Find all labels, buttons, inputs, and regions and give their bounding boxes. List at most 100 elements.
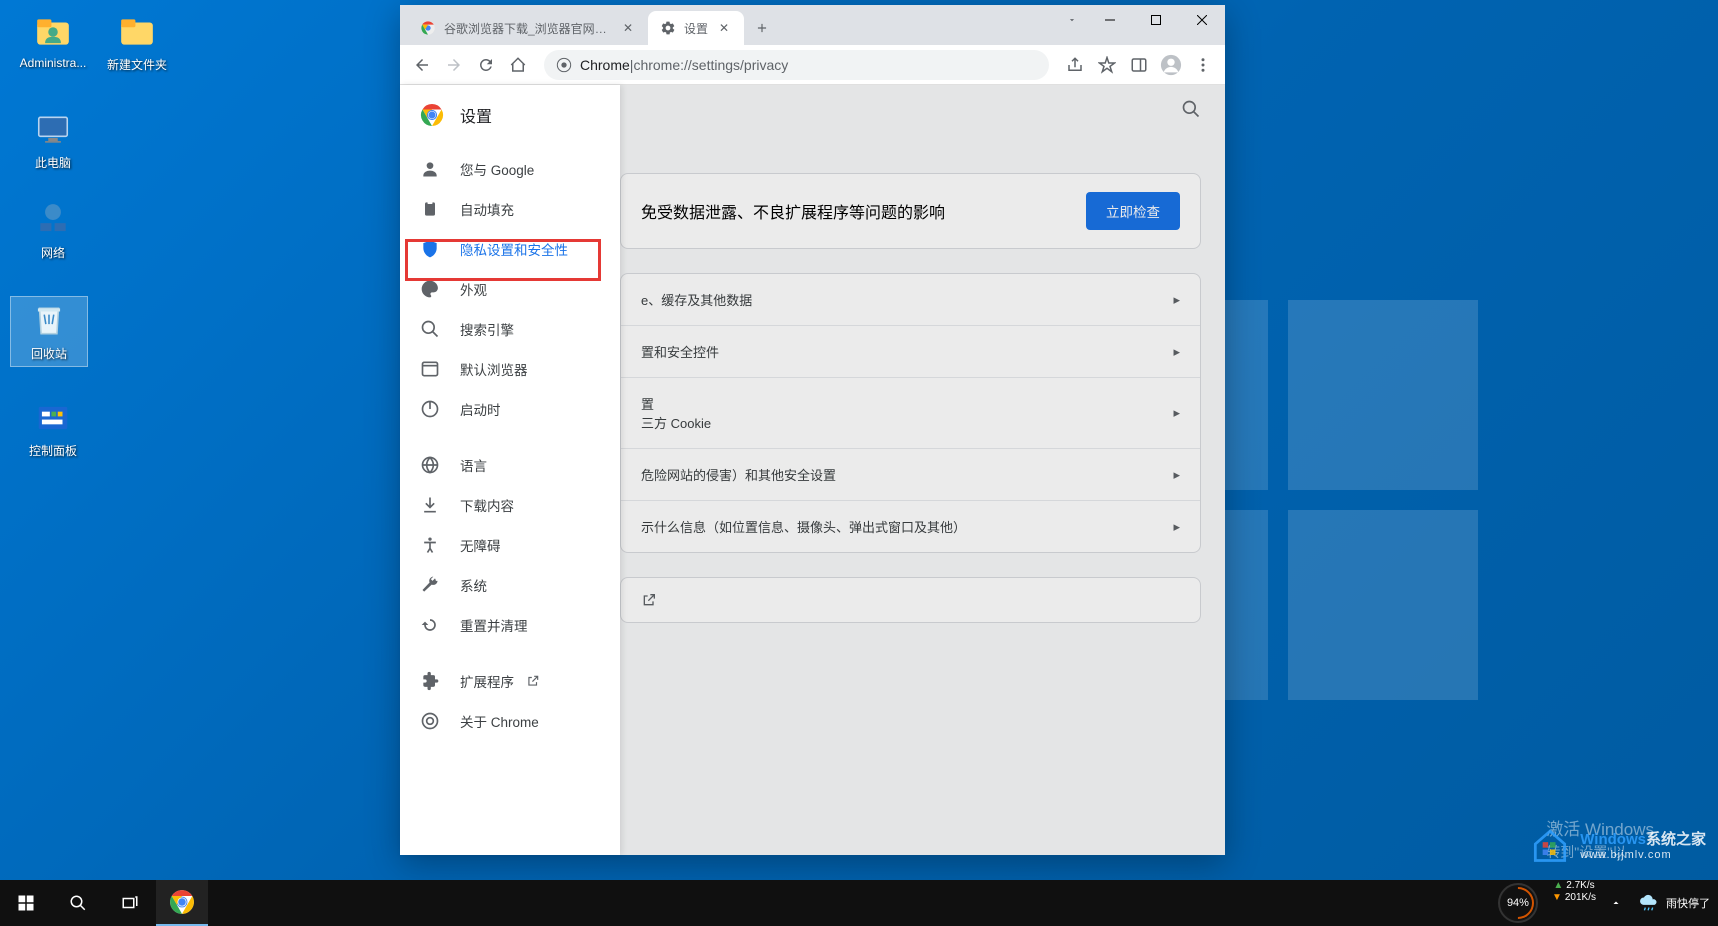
back-button[interactable] bbox=[408, 51, 436, 79]
desktop-icon-this-pc[interactable]: 此电脑 bbox=[14, 110, 92, 171]
external-card[interactable] bbox=[620, 577, 1201, 623]
side-panel-icon[interactable] bbox=[1125, 51, 1153, 79]
toolbar: Chrome | chrome://settings/privacy bbox=[400, 45, 1225, 85]
browser-icon bbox=[420, 359, 440, 379]
taskbar-chrome[interactable] bbox=[156, 880, 208, 926]
down-arrow-icon: ▼ bbox=[1552, 892, 1562, 904]
task-view-button[interactable] bbox=[104, 880, 156, 926]
list-item[interactable]: 置和安全控件▸ bbox=[621, 325, 1200, 377]
new-tab-button[interactable] bbox=[748, 14, 776, 42]
user-folder-icon bbox=[33, 12, 73, 52]
safety-check-banner: 免受数据泄露、不良扩展程序等问题的影响 立即检查 bbox=[620, 173, 1201, 249]
list-item[interactable]: 置三方 Cookie▸ bbox=[621, 377, 1200, 448]
chevron-right-icon: ▸ bbox=[1173, 519, 1180, 535]
share-icon[interactable] bbox=[1061, 51, 1089, 79]
tray-chevron[interactable] bbox=[1602, 880, 1630, 926]
sidebar-item-privacy[interactable]: 隐私设置和安全性 bbox=[400, 229, 620, 269]
recycle-bin-icon bbox=[29, 301, 69, 341]
home-button[interactable] bbox=[504, 51, 532, 79]
url-path: chrome://settings/privacy bbox=[633, 57, 788, 73]
titlebar: 谷歌浏览器下载_浏览器官网入口 ✕ 设置 ✕ bbox=[400, 5, 1225, 45]
extension-icon bbox=[420, 671, 440, 691]
brand-watermark: Windows系统之家 www.bjjmlv.com bbox=[1528, 822, 1706, 866]
system-tray: 94% ▲2.7K/s ▼201K/s 雨快停了 bbox=[1490, 880, 1718, 926]
computer-icon bbox=[33, 110, 73, 150]
search-button[interactable] bbox=[52, 880, 104, 926]
palette-icon bbox=[420, 279, 440, 299]
settings-sidebar: 设置 您与 Google 自动填充 隐私设置和安全性 外观 搜索引擎 默认浏览器… bbox=[400, 85, 620, 855]
tab-close-icon[interactable]: ✕ bbox=[716, 20, 732, 36]
restore-icon bbox=[420, 615, 440, 635]
minimize-button[interactable] bbox=[1087, 5, 1133, 35]
desktop-icon-network[interactable]: 网络 bbox=[14, 200, 92, 261]
chrome-page-icon bbox=[556, 57, 572, 73]
sidebar-item-languages[interactable]: 语言 bbox=[400, 445, 620, 485]
sidebar-item-accessibility[interactable]: 无障碍 bbox=[400, 525, 620, 565]
sidebar-item-reset[interactable]: 重置并清理 bbox=[400, 605, 620, 645]
privacy-settings-card: e、缓存及其他数据▸ 置和安全控件▸ 置三方 Cookie▸ 危险网站的侵害）和… bbox=[620, 273, 1201, 553]
list-item[interactable]: 示什么信息（如位置信息、摄像头、弹出式窗口及其他）▸ bbox=[621, 500, 1200, 552]
sidebar-item-autofill[interactable]: 自动填充 bbox=[400, 189, 620, 229]
maximize-button[interactable] bbox=[1133, 5, 1179, 35]
start-button[interactable] bbox=[0, 880, 52, 926]
weather-widget[interactable]: 雨快停了 bbox=[1630, 880, 1718, 926]
control-panel-icon bbox=[33, 398, 73, 438]
list-item[interactable]: e、缓存及其他数据▸ bbox=[621, 274, 1200, 325]
omnibox[interactable]: Chrome | chrome://settings/privacy bbox=[544, 50, 1049, 80]
check-now-button[interactable]: 立即检查 bbox=[1086, 192, 1180, 230]
chrome-window: 谷歌浏览器下载_浏览器官网入口 ✕ 设置 ✕ Chrome | chrome: bbox=[400, 5, 1225, 855]
sidebar-item-appearance[interactable]: 外观 bbox=[400, 269, 620, 309]
wrench-icon bbox=[420, 575, 440, 595]
window-controls bbox=[1087, 5, 1225, 35]
chevron-right-icon: ▸ bbox=[1173, 292, 1180, 308]
tab-2[interactable]: 设置 ✕ bbox=[648, 11, 744, 45]
bookmark-star-icon[interactable] bbox=[1093, 51, 1121, 79]
up-arrow-icon: ▲ bbox=[1553, 880, 1563, 892]
house-logo-icon bbox=[1528, 822, 1572, 866]
search-settings-button[interactable] bbox=[1181, 99, 1201, 119]
tab-close-icon[interactable]: ✕ bbox=[620, 20, 636, 36]
network-speed[interactable]: ▲2.7K/s ▼201K/s bbox=[1546, 880, 1602, 926]
list-item[interactable]: 危险网站的侵害）和其他安全设置▸ bbox=[621, 448, 1200, 500]
desktop-icon-control-panel[interactable]: 控制面板 bbox=[14, 398, 92, 459]
globe-icon bbox=[420, 455, 440, 475]
chrome-favicon-icon bbox=[420, 20, 436, 36]
settings-favicon-icon bbox=[660, 20, 676, 36]
sidebar-item-system[interactable]: 系统 bbox=[400, 565, 620, 605]
clipboard-icon bbox=[420, 199, 440, 219]
download-icon bbox=[420, 495, 440, 515]
chevron-right-icon: ▸ bbox=[1173, 405, 1180, 421]
external-link-icon bbox=[641, 592, 657, 608]
desktop-icon-new-folder[interactable]: 新建文件夹 bbox=[98, 12, 176, 73]
weather-icon bbox=[1638, 892, 1660, 914]
forward-button[interactable] bbox=[440, 51, 468, 79]
sidebar-item-default-browser[interactable]: 默认浏览器 bbox=[400, 349, 620, 389]
accessibility-icon bbox=[420, 535, 440, 555]
performance-gauge[interactable]: 94% bbox=[1490, 880, 1546, 926]
search-icon bbox=[420, 319, 440, 339]
chevron-right-icon: ▸ bbox=[1173, 467, 1180, 483]
sidebar-item-you-google[interactable]: 您与 Google bbox=[400, 149, 620, 189]
sidebar-item-extensions[interactable]: 扩展程序 bbox=[400, 661, 620, 701]
window-dropdown-icon[interactable] bbox=[1057, 5, 1087, 35]
sidebar-item-about[interactable]: 关于 Chrome bbox=[400, 701, 620, 741]
tab-strip: 谷歌浏览器下载_浏览器官网入口 ✕ 设置 ✕ bbox=[400, 11, 1057, 45]
settings-main: 免受数据泄露、不良扩展程序等问题的影响 立即检查 e、缓存及其他数据▸ 置和安全… bbox=[620, 85, 1225, 855]
shield-icon bbox=[420, 239, 440, 259]
tab-1[interactable]: 谷歌浏览器下载_浏览器官网入口 ✕ bbox=[408, 11, 648, 45]
profile-avatar-icon[interactable] bbox=[1157, 51, 1185, 79]
sidebar-item-on-startup[interactable]: 启动时 bbox=[400, 389, 620, 429]
sidebar-item-downloads[interactable]: 下载内容 bbox=[400, 485, 620, 525]
close-button[interactable] bbox=[1179, 5, 1225, 35]
folder-icon bbox=[117, 12, 157, 52]
desktop-icon-recycle-bin[interactable]: 回收站 bbox=[10, 296, 88, 367]
chevron-right-icon: ▸ bbox=[1173, 344, 1180, 360]
desktop-icon-administrator[interactable]: Administra... bbox=[14, 12, 92, 70]
network-icon bbox=[33, 200, 73, 240]
external-link-icon bbox=[526, 674, 540, 688]
chrome-logo-icon bbox=[420, 103, 444, 127]
banner-text: 免受数据泄露、不良扩展程序等问题的影响 bbox=[641, 199, 945, 223]
reload-button[interactable] bbox=[472, 51, 500, 79]
menu-icon[interactable] bbox=[1189, 51, 1217, 79]
sidebar-item-search-engine[interactable]: 搜索引擎 bbox=[400, 309, 620, 349]
